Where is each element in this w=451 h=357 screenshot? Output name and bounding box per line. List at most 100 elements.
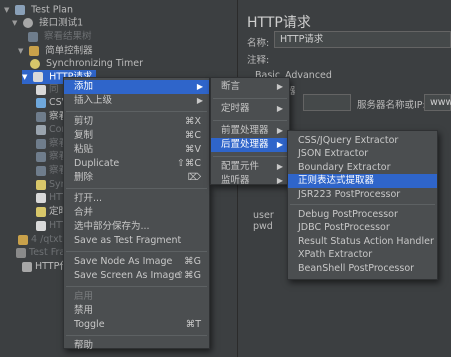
submenu-arrow-icon: ▶ [276, 104, 283, 113]
post-processor-menu-item[interactable]: 正则表达式提取器 [288, 174, 437, 189]
shortcut-label: ⌦ [187, 172, 201, 183]
context-menu-item-label: Save as Test Fragment [74, 235, 182, 246]
tab-advanced[interactable]: Advanced [285, 70, 332, 81]
add-menu-item[interactable]: 断言 ▶ [211, 80, 289, 94]
tree-node-simple-controller[interactable]: ▼ 简单控制器 [18, 44, 93, 58]
tree-node-thread-group[interactable]: ▼ 接口测试1 [12, 16, 83, 30]
context-menu-item[interactable]: 复制 ⌘C [64, 129, 209, 143]
post-processor-menu-item[interactable]: Result Status Action Handler [288, 235, 437, 249]
expand-arrow-icon[interactable]: ▼ [22, 70, 30, 84]
server-field[interactable]: www. [424, 94, 451, 111]
context-menu-item-label: 插入上级 [74, 95, 113, 106]
add-menu-item[interactable]: 配置元件 ▶ [211, 160, 289, 174]
context-menu: 添加 ▶ 插入上级 ▶ 剪切 ⌘X 复制 ⌘C 粘贴 ⌘V Duplicate ⇧⌘C 删除 ⌦ 打开...… [63, 77, 210, 351]
shortcut-label: ⌘G [184, 256, 201, 267]
shortcut-label: ⌘X [184, 116, 201, 127]
context-menu-item[interactable]: 剪切 ⌘X [64, 115, 209, 129]
context-menu-item-label: 帮助 [74, 340, 94, 351]
tree-node[interactable]: Test Fra [16, 246, 65, 260]
post-processor-menu-item[interactable]: CSS/JQuery Extractor [288, 134, 437, 148]
post-processor-menu-item-label: JDBC PostProcessor [298, 222, 390, 234]
tree-node-icon [36, 151, 46, 162]
tree-node-label: Test Fra [29, 247, 66, 258]
context-menu-item[interactable]: 帮助 [64, 339, 209, 353]
expand-arrow-icon[interactable]: ▼ [18, 44, 26, 58]
context-menu-item[interactable]: 粘贴 ⌘V [64, 143, 209, 157]
post-processor-menu-item[interactable]: BeanShell PostProcessor [288, 262, 437, 276]
tree-node-icon [36, 84, 46, 95]
context-menu-item-label: 选中部分保存为... [74, 221, 150, 232]
tree-node-label: 4 /qtxt [31, 234, 63, 245]
context-menu-item[interactable]: 禁用 [64, 304, 209, 318]
tree-node-icon [36, 179, 46, 190]
shortcut-label: ⌘V [185, 144, 201, 155]
tree-node-icon [36, 165, 46, 176]
context-menu-item[interactable]: Duplicate ⇧⌘C [64, 157, 209, 171]
context-menu-item[interactable]: Save Screen As Image ⇧⌘G [64, 269, 209, 283]
tree-node-icon [16, 247, 26, 258]
context-menu-item-label: Duplicate [74, 158, 120, 169]
add-menu-item[interactable]: 监听器 ▶ [211, 174, 289, 188]
context-menu-item-label: 剪切 [74, 116, 94, 127]
post-processor-menu-item[interactable]: Boundary Extractor [288, 161, 437, 175]
expand-arrow-icon[interactable]: ▼ [12, 16, 20, 30]
add-menu-item[interactable]: 后置处理器 ▶ [211, 138, 289, 152]
user-label: user [253, 210, 274, 221]
context-menu-item[interactable]: Save Node As Image ⌘G [64, 255, 209, 269]
context-menu-item-label: 禁用 [74, 305, 94, 316]
expand-arrow-icon[interactable]: ▼ [4, 3, 12, 17]
tree-node[interactable]: HTTP代 [22, 260, 69, 274]
post-processor-menu-item[interactable]: XPath Extractor [288, 248, 437, 262]
tree-node-view-results[interactable]: 察看结果树 [28, 30, 92, 44]
add-menu-item-label: 前置处理器 [221, 125, 269, 136]
post-processor-menu-item[interactable]: JSON Extractor [288, 147, 437, 161]
submenu-arrow-icon: ▶ [196, 82, 203, 91]
tree-node-icon [18, 234, 28, 245]
context-menu-item[interactable]: 启用 [64, 290, 209, 304]
tree-node-test-plan[interactable]: ▼ Test Plan [4, 3, 73, 17]
tree-node-icon [36, 111, 46, 122]
context-menu-item[interactable]: 打开... [64, 192, 209, 206]
test-plan-icon [15, 5, 26, 15]
context-menu-item[interactable]: 选中部分保存为... [64, 220, 209, 234]
pwd-label: pwd [253, 221, 273, 232]
tree-node[interactable]: 同 [36, 83, 59, 97]
context-menu-item-label: 粘贴 [74, 144, 94, 155]
post-processor-menu-item[interactable]: JDBC PostProcessor [288, 221, 437, 235]
post-processor-submenu: CSS/JQuery Extractor JSON Extractor Bounda… [287, 130, 438, 280]
context-menu-item[interactable]: 删除 ⌦ [64, 171, 209, 185]
menu-separator [213, 98, 287, 99]
add-menu-item-label: 断言 [221, 81, 241, 92]
context-menu-item-label: 打开... [74, 193, 103, 204]
post-processor-menu-item-label: Result Status Action Handler [298, 235, 434, 247]
context-menu-item[interactable]: Toggle ⌘T [64, 318, 209, 332]
context-menu-item[interactable]: 插入上级 ▶ [64, 94, 209, 108]
tree-node-sync-timer[interactable]: Synchronizing Timer [30, 57, 143, 71]
context-menu-item-label: 复制 [74, 130, 94, 141]
tree-node-icon [22, 261, 32, 272]
post-processor-menu-item[interactable]: Debug PostProcessor [288, 208, 437, 222]
post-processor-menu-item[interactable]: JSR223 PostProcessor [288, 188, 437, 202]
context-menu-item-label: 删除 [74, 172, 94, 183]
shortcut-label: ⇧⌘C [176, 158, 201, 169]
name-field[interactable]: HTTP请求 [274, 31, 451, 48]
add-menu-item-label: 监听器 [221, 175, 250, 186]
panel-title: HTTP请求 [247, 15, 311, 31]
add-menu-item-label: 配置元件 [221, 161, 260, 172]
context-menu-item[interactable]: Save as Test Fragment [64, 234, 209, 248]
menu-separator [213, 120, 287, 121]
add-menu-item[interactable]: 定时器 ▶ [211, 102, 289, 116]
post-processor-menu-item-label: BeanShell PostProcessor [298, 262, 415, 274]
add-menu-item[interactable]: 前置处理器 ▶ [211, 124, 289, 138]
tree-node[interactable]: 4 /qtxt [18, 233, 62, 247]
shortcut-label: ⌘C [184, 130, 201, 141]
shortcut-label: ⇧⌘G [176, 270, 201, 281]
context-menu-item-label: 启用 [74, 291, 94, 302]
post-processor-menu-item-label: JSR223 PostProcessor [298, 188, 401, 200]
menu-separator [290, 204, 435, 205]
post-processor-menu-item-label: XPath Extractor [298, 249, 373, 261]
add-menu-item-label: 后置处理器 [221, 139, 269, 150]
context-menu-item[interactable]: 合并 [64, 206, 209, 220]
protocol-field[interactable] [303, 94, 351, 111]
context-menu-item[interactable]: 添加 ▶ [64, 80, 209, 94]
